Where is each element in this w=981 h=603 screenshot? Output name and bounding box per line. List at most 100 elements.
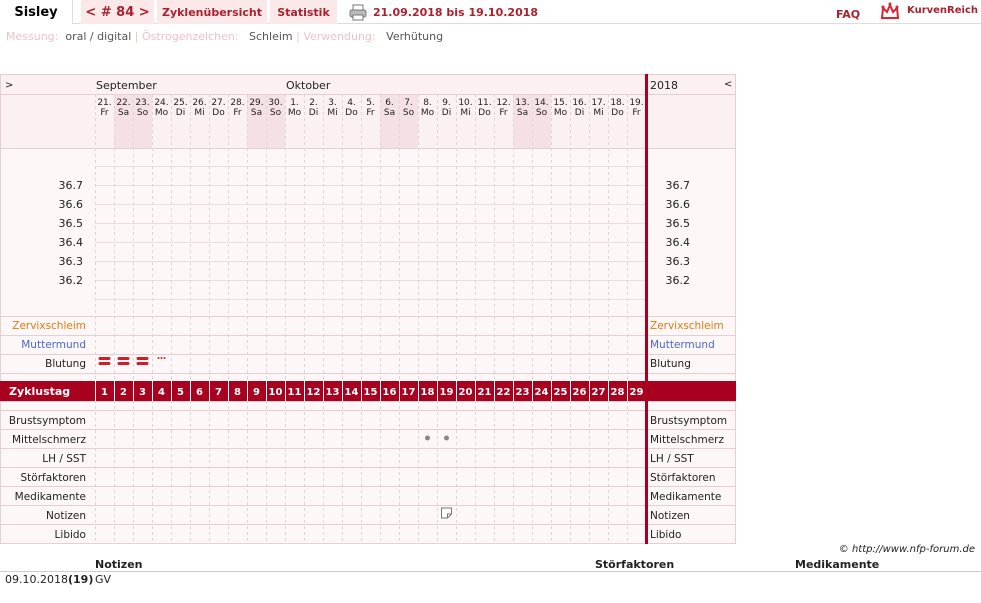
- cycle-day-number: 14: [345, 387, 359, 398]
- day-date: 29.: [249, 98, 263, 108]
- day-date: 17.: [591, 98, 605, 108]
- day-date: 9.: [442, 98, 451, 108]
- year-label: 2018: [650, 79, 678, 92]
- day-date: 11.: [477, 98, 491, 108]
- verwendung-label: Verwendung:: [303, 30, 376, 43]
- cycle-day-number: 6: [196, 387, 203, 398]
- day-weekday: So: [270, 108, 282, 118]
- day-date: 27.: [211, 98, 225, 108]
- day-date: 24.: [154, 98, 168, 108]
- day-weekday: Mi: [194, 108, 204, 118]
- cycle-day-label: Zyklustag: [9, 385, 70, 398]
- cycle-day-number: 17: [402, 387, 416, 398]
- temperature-label-right: 36.7: [666, 179, 691, 192]
- day-weekday: Do: [212, 108, 225, 118]
- cycle-day-number: 18: [421, 387, 435, 398]
- cycle-day-number: 4: [158, 387, 165, 398]
- row-label-right: Blutung: [650, 358, 691, 370]
- month-label: September: [96, 79, 157, 92]
- bleeding-strong-mark: [136, 357, 149, 360]
- day-date: 12.: [496, 98, 510, 108]
- cycle-day-number: 25: [554, 387, 568, 398]
- messung-value: oral / digital: [65, 30, 132, 43]
- row-label-right: Brustsymptom: [650, 415, 727, 427]
- cycle-day-number: 5: [177, 387, 184, 398]
- temperature-label: 36.7: [59, 179, 84, 192]
- mittelschmerz-dot: [444, 435, 449, 441]
- cycle-day-number: 9: [253, 387, 260, 398]
- temperature-label-right: 36.6: [666, 198, 691, 211]
- day-date: 2.: [309, 98, 318, 108]
- copyright: © http://www.nfp-forum.de: [838, 544, 975, 555]
- day-date: 10.: [458, 98, 472, 108]
- cycle-day-number: 11: [288, 387, 302, 398]
- statistics-tab[interactable]: Statistik: [270, 0, 337, 24]
- cycle-day-number: 29: [630, 387, 644, 398]
- day-weekday: Do: [611, 108, 624, 118]
- row-label-right: Mittelschmerz: [650, 434, 724, 446]
- entry-cycle-day: (19): [68, 573, 94, 586]
- day-weekday: Mi: [460, 108, 470, 118]
- day-date: 15.: [553, 98, 567, 108]
- cycle-day-number: 10: [269, 387, 283, 398]
- day-date: 26.: [192, 98, 206, 108]
- row-label: Zervixschleim: [12, 320, 86, 332]
- day-weekday: So: [536, 108, 548, 118]
- day-weekday: Do: [345, 108, 358, 118]
- day-weekday: Di: [575, 108, 584, 118]
- row-label: Störfaktoren: [21, 472, 86, 484]
- day-weekday: Sa: [118, 108, 129, 118]
- day-weekday: Mi: [327, 108, 337, 118]
- nav-prev-arrow: >: [5, 80, 13, 91]
- row-label: Mittelschmerz: [12, 434, 86, 446]
- cycle-day-number: 13: [326, 387, 340, 398]
- day-weekday: Mo: [288, 108, 302, 118]
- day-weekday: Fr: [366, 108, 375, 118]
- day-weekday: Fr: [632, 108, 641, 118]
- notes-entry-row: 09.10.2018 (19) GV: [0, 573, 981, 587]
- cycle-day-number: 8: [234, 387, 241, 398]
- day-weekday: Mi: [593, 108, 603, 118]
- temperature-label: 36.5: [59, 217, 84, 230]
- mittelschmerz-dot: [425, 435, 430, 441]
- bleeding-spotting-dot: [160, 357, 163, 359]
- bleeding-strong-mark: [117, 357, 130, 360]
- day-date: 7.: [404, 98, 413, 108]
- cycle-day-number: 15: [364, 387, 378, 398]
- row-label: LH / SST: [42, 453, 86, 465]
- day-date: 3.: [328, 98, 337, 108]
- temperature-label-right: 36.4: [666, 236, 691, 249]
- day-weekday: Fr: [100, 108, 109, 118]
- cycle-day-number: 1: [101, 387, 108, 398]
- notes-column-header: Notizen: [95, 558, 143, 571]
- day-weekday: Fr: [499, 108, 508, 118]
- cycle-day-number: 28: [611, 387, 625, 398]
- day-weekday: Di: [309, 108, 318, 118]
- day-weekday: Di: [442, 108, 451, 118]
- day-date: 14.: [534, 98, 548, 108]
- day-date: 8.: [423, 98, 432, 108]
- cycle-day-number: 19: [440, 387, 454, 398]
- oestrogen-label: Östrogenzeichen:: [142, 30, 239, 43]
- temperature-label: 36.4: [59, 236, 84, 249]
- cycle-navigator[interactable]: < # 84 >: [81, 0, 154, 24]
- row-label: Medikamente: [15, 491, 86, 503]
- day-weekday: Di: [176, 108, 185, 118]
- cycle-day-number: 27: [592, 387, 606, 398]
- row-label-right: Zervixschleim: [650, 320, 724, 332]
- printer-icon[interactable]: [349, 3, 367, 21]
- row-label: Notizen: [46, 510, 86, 522]
- row-label-right: Muttermund: [650, 339, 715, 351]
- cycle-overview-tab[interactable]: Zyklenübersicht: [157, 0, 267, 24]
- user-name: Sisley: [0, 0, 73, 24]
- row-label: Libido: [55, 529, 86, 541]
- day-date: 6.: [385, 98, 394, 108]
- row-label: Brustsymptom: [9, 415, 86, 427]
- faq-link[interactable]: FAQ: [836, 8, 860, 21]
- row-label-right: Libido: [650, 529, 681, 541]
- bleeding-spotting-dot: [163, 357, 166, 359]
- bleeding-strong-mark: [98, 357, 111, 360]
- day-weekday: So: [403, 108, 415, 118]
- nav-next-arrow: <: [724, 79, 732, 90]
- kurvenreich-logo[interactable]: KurvenReich: [880, 2, 980, 22]
